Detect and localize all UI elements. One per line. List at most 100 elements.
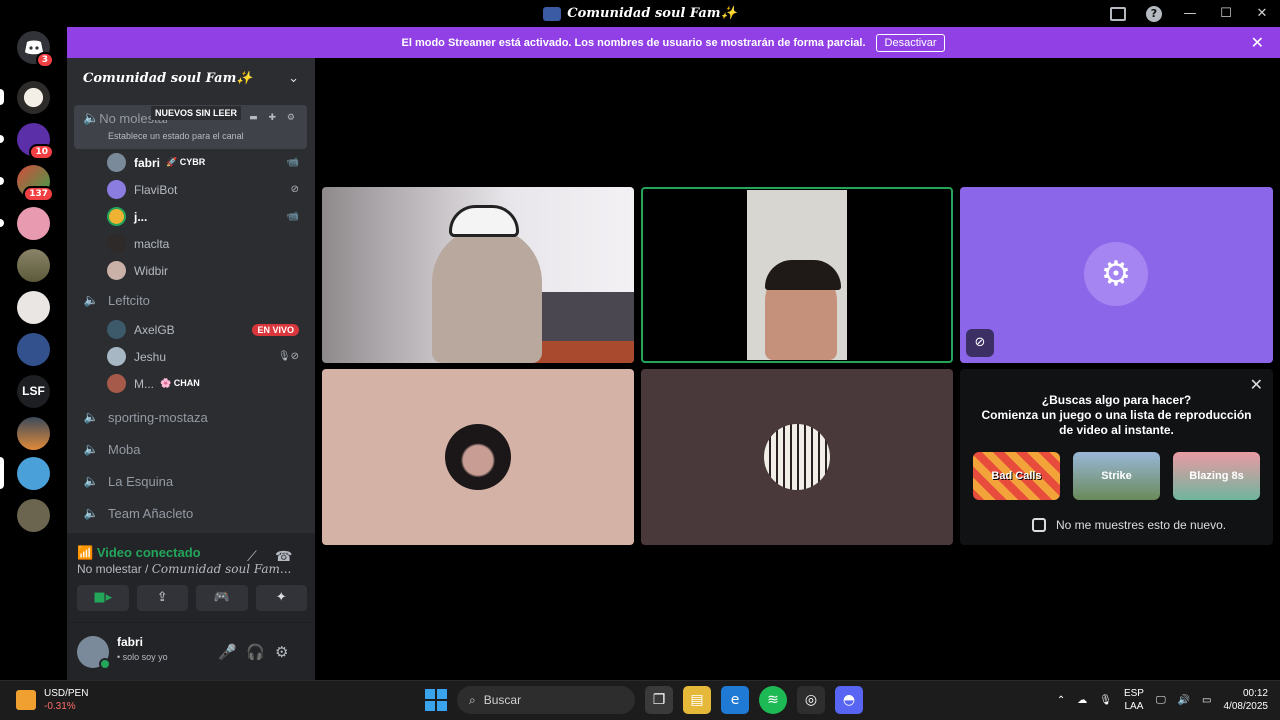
fx-pair: USD/PEN (44, 688, 89, 699)
server-icon-4[interactable] (17, 207, 50, 240)
app-icon (543, 6, 562, 21)
dont-show-again-checkbox[interactable]: No me muestres esto de nuevo. (1032, 518, 1226, 532)
taskbar-apps: ⌕ Buscar ❐ ▤ e ≋ ◎ ◓ (425, 686, 863, 714)
channel-actions-icons[interactable]: ▬ ✚ ⚙ (249, 113, 299, 123)
voice-member[interactable]: AxelGB EN VIVO (67, 316, 315, 343)
game-tile[interactable]: Bad Calls (973, 452, 1060, 500)
voice-member[interactable]: FlaviBot ⊘ (67, 176, 315, 203)
suggestion-title: ¿Buscas algo para hacer? (1041, 393, 1192, 407)
minimize-button[interactable]: — (1172, 6, 1208, 21)
server-icon-lsf[interactable]: LSF (17, 375, 50, 408)
voice-member[interactable]: M... 🌸 CHAN (67, 370, 315, 397)
server-icon-2[interactable]: 10 (17, 123, 54, 160)
obs-icon[interactable]: ◎ (797, 686, 825, 714)
camera-button[interactable]: ■▸ (77, 585, 129, 611)
video-background (539, 292, 634, 342)
voice-member[interactable]: maclta (67, 230, 315, 257)
chevron-down-icon[interactable]: ⌄ (288, 71, 299, 86)
voice-status[interactable]: 📶 Video conectado (77, 545, 201, 561)
voice-member[interactable]: Widbir (67, 257, 315, 284)
deactivate-button[interactable]: Desactivar (875, 33, 946, 52)
language-indicator[interactable]: ESP LAA (1124, 687, 1144, 713)
voice-member[interactable]: Jeshu 🎙⊘ (67, 343, 315, 370)
voice-member[interactable]: j... 📹 (67, 203, 315, 230)
channel-status[interactable]: Establece un estado para el canal (74, 131, 307, 141)
video-tile-speaking[interactable] (641, 187, 953, 363)
member-name: Jeshu (134, 349, 167, 364)
activity-suggestion-card: ✕ ¿Buscas algo para hacer? Comienza un j… (960, 369, 1273, 545)
banner-text: El modo Streamer está activado. Los nomb… (401, 36, 866, 49)
headphones-icon[interactable]: 🎧 (246, 643, 265, 661)
channel-name: Moba (108, 441, 141, 457)
server-icon-8[interactable] (17, 417, 50, 450)
video-participant-hair (765, 260, 841, 290)
settings-gear-icon[interactable]: ⚙ (275, 643, 288, 661)
close-icon[interactable]: ✕ (1250, 375, 1263, 394)
server-icon-5[interactable] (17, 249, 50, 282)
fx-widget[interactable]: USD/PEN -0.31% (16, 687, 88, 713)
activity-button[interactable]: 🎮 (196, 585, 248, 611)
cloud-icon[interactable]: ☁ (1077, 695, 1087, 706)
search-icon: ⌕ (469, 692, 476, 707)
video-tile[interactable] (322, 187, 634, 363)
server-icon-3[interactable]: 137 (17, 165, 54, 202)
microphone-icon[interactable]: 🎤 (218, 643, 237, 661)
search-box[interactable]: ⌕ Buscar (457, 686, 635, 714)
soundboard-button[interactable]: ✦ (255, 585, 307, 611)
participant-avatar (445, 424, 511, 490)
chevron-up-icon[interactable]: ⌃ (1057, 695, 1065, 706)
help-icon[interactable]: ? (1146, 5, 1162, 22)
game-tile[interactable]: Strike (1073, 452, 1160, 500)
online-status-indicator (99, 658, 111, 670)
speaker-icon: 🔈 (83, 506, 99, 520)
server-icon-9[interactable] (17, 457, 50, 490)
server-icon-1[interactable] (17, 81, 50, 114)
spotify-icon[interactable]: ≋ (759, 686, 787, 714)
network-icon[interactable]: 🖵 (1156, 695, 1166, 706)
avatar (107, 320, 126, 339)
server-rail: 3 10 137 LSF (0, 27, 67, 680)
avatar-tile[interactable] (641, 369, 953, 545)
voice-channel[interactable]: 🔈 sporting-mostaza (67, 401, 315, 433)
discord-taskbar-icon[interactable]: ◓ (835, 686, 863, 714)
task-view-icon[interactable]: ❐ (645, 686, 673, 714)
avatar-tile[interactable] (322, 369, 634, 545)
close-button[interactable]: ✕ (1244, 6, 1280, 21)
home-button[interactable]: 3 (17, 31, 54, 68)
server-icon-10[interactable] (17, 499, 50, 532)
avatar (107, 180, 126, 199)
server-icon-7[interactable] (17, 333, 50, 366)
channel-list: NUEVOS SIN LEER 🔈 No molestar Establece u… (67, 98, 315, 533)
screen-share-button[interactable]: ⇪ (136, 585, 188, 611)
maximize-button[interactable]: ☐ (1208, 6, 1244, 21)
inbox-icon[interactable] (1110, 6, 1126, 21)
server-header[interactable]: Comunidad soul Fam✨ ⌄ (67, 58, 315, 98)
video-stage: ⚙ ⊘ ✕ ¿Buscas algo para hacer? Comienza … (315, 58, 1280, 680)
disconnect-icon[interactable]: ☎ (275, 549, 292, 565)
bot-tile[interactable]: ⚙ ⊘ (960, 187, 1273, 363)
server-icon-6[interactable] (17, 291, 50, 324)
user-name: fabri (117, 635, 144, 649)
home-badge: 3 (35, 52, 54, 68)
unread-dot (0, 135, 4, 143)
banner-close-icon[interactable]: ✕ (1251, 33, 1264, 53)
new-unread-pill[interactable]: NUEVOS SIN LEER (151, 106, 242, 120)
clock[interactable]: 00:12 4/08/2025 (1224, 687, 1269, 713)
unread-pill-indicator (0, 89, 4, 105)
voice-channel[interactable]: 🔈 Moba (67, 433, 315, 465)
file-explorer-icon[interactable]: ▤ (683, 686, 711, 714)
voice-channel[interactable]: 🔈 La Esquina (67, 465, 315, 497)
noise-suppression-icon[interactable]: ⟋ (247, 549, 257, 565)
start-icon[interactable] (425, 689, 447, 711)
game-tile[interactable]: Blazing 8s (1173, 452, 1260, 500)
user-panel: fabri • solo soy yo 🎤 🎧 ⚙ (67, 623, 315, 680)
voice-channel[interactable]: 🔈 Team Añacleto (67, 497, 315, 529)
voice-member[interactable]: fabri 🚀 CYBR 📹 (67, 149, 315, 176)
suggestion-body: Comienza un juego o una lista de reprodu… (981, 408, 1252, 437)
volume-icon[interactable]: 🔊 (1178, 695, 1190, 706)
microphone-tray-icon[interactable]: 🎙 (1099, 695, 1112, 706)
voice-channel-leftcito[interactable]: 🔈 Leftcito (67, 284, 315, 316)
edge-icon[interactable]: e (721, 686, 749, 714)
voice-location[interactable]: No molestar / Comunidad soul Fam... (77, 562, 292, 576)
battery-icon[interactable]: ▭ (1202, 695, 1211, 706)
